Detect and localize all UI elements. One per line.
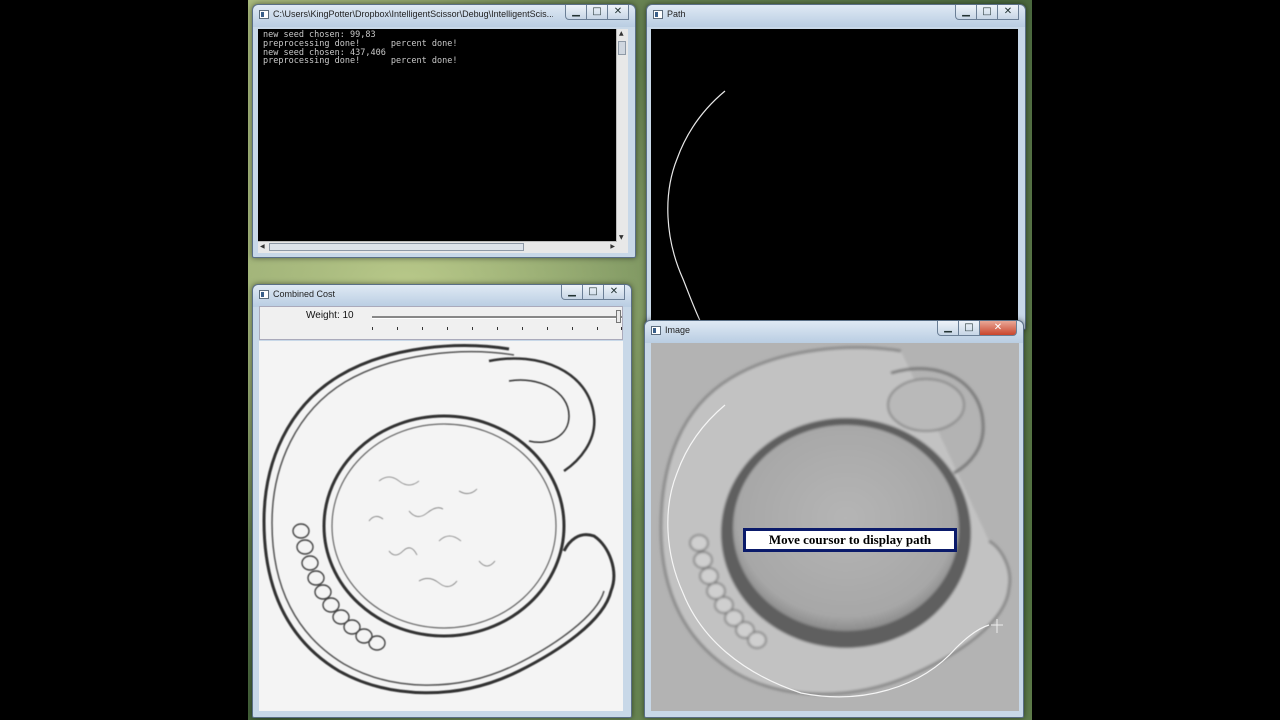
- console-titlebar[interactable]: C:\Users\KingPotter\Dropbox\IntelligentS…: [253, 5, 635, 27]
- embryo-image: [651, 343, 1019, 711]
- combined-cost-window[interactable]: Combined Cost ▁ □ ✕ Weight: 10: [252, 284, 632, 718]
- path-window[interactable]: Path ▁ □ ✕: [646, 4, 1026, 330]
- image-canvas[interactable]: Move coursor to display path: [651, 343, 1019, 711]
- console-text: new seed chosen: 99,83 preprocessing done…: [263, 31, 618, 243]
- maximize-button[interactable]: □: [958, 321, 980, 336]
- trackbar-track[interactable]: [372, 316, 622, 319]
- close-button[interactable]: ✕: [603, 285, 625, 300]
- maximize-button[interactable]: □: [586, 5, 608, 20]
- scroll-corner: [617, 242, 628, 253]
- path-canvas[interactable]: [651, 29, 1018, 328]
- scroll-left-arrow-icon[interactable]: ◀: [260, 243, 265, 250]
- weight-trackbar[interactable]: Weight: 10: [259, 306, 623, 340]
- desktop-background: C:\Users\KingPotter\Dropbox\IntelligentS…: [248, 0, 1032, 720]
- scroll-up-arrow-icon[interactable]: ▲: [619, 30, 624, 37]
- console-title: C:\Users\KingPotter\Dropbox\IntelligentS…: [273, 9, 553, 19]
- scroll-down-arrow-icon[interactable]: ▼: [619, 234, 624, 241]
- console-line: preprocessing done! percent done!: [263, 56, 458, 67]
- app-icon: [651, 326, 661, 335]
- app-icon: [259, 10, 269, 19]
- close-button[interactable]: ✕: [997, 5, 1019, 20]
- minimize-button[interactable]: ▁: [565, 5, 587, 20]
- app-icon: [259, 290, 269, 299]
- cost-image[interactable]: [259, 341, 623, 711]
- minimize-button[interactable]: ▁: [937, 321, 959, 336]
- path-title: Path: [667, 9, 686, 19]
- trackbar-ticks: [372, 327, 622, 331]
- trackbar-handle[interactable]: [616, 310, 621, 323]
- path-curve: [667, 90, 726, 328]
- app-icon: [653, 10, 663, 19]
- close-button[interactable]: ✕: [979, 321, 1017, 336]
- close-button[interactable]: ✕: [607, 5, 629, 20]
- minimize-button[interactable]: ▁: [561, 285, 583, 300]
- vertical-scrollbar[interactable]: ▲ ▼: [616, 29, 628, 242]
- scroll-right-arrow-icon[interactable]: ▶: [610, 243, 615, 250]
- cost-title: Combined Cost: [273, 289, 336, 299]
- image-window[interactable]: Image ▁ □ ✕ Move coursor to display path: [644, 320, 1024, 718]
- cost-map-embryo: [262, 344, 616, 695]
- console-window[interactable]: C:\Users\KingPotter\Dropbox\IntelligentS…: [252, 4, 636, 258]
- maximize-button[interactable]: □: [976, 5, 998, 20]
- horizontal-scrollbar[interactable]: ◀ ▶: [258, 241, 617, 253]
- image-titlebar[interactable]: Image ▁ □ ✕: [645, 321, 1023, 343]
- horizontal-scroll-thumb[interactable]: [269, 243, 524, 251]
- status-overlay-message: Move coursor to display path: [743, 528, 957, 552]
- trackbar-label: Weight: 10: [306, 310, 354, 321]
- minimize-button[interactable]: ▁: [955, 5, 977, 20]
- maximize-button[interactable]: □: [582, 285, 604, 300]
- image-title: Image: [665, 325, 691, 335]
- path-titlebar[interactable]: Path ▁ □ ✕: [647, 5, 1025, 27]
- vertical-scroll-thumb[interactable]: [618, 41, 626, 55]
- console-output[interactable]: new seed chosen: 99,83 preprocessing done…: [258, 29, 628, 253]
- cost-titlebar[interactable]: Combined Cost ▁ □ ✕: [253, 285, 631, 307]
